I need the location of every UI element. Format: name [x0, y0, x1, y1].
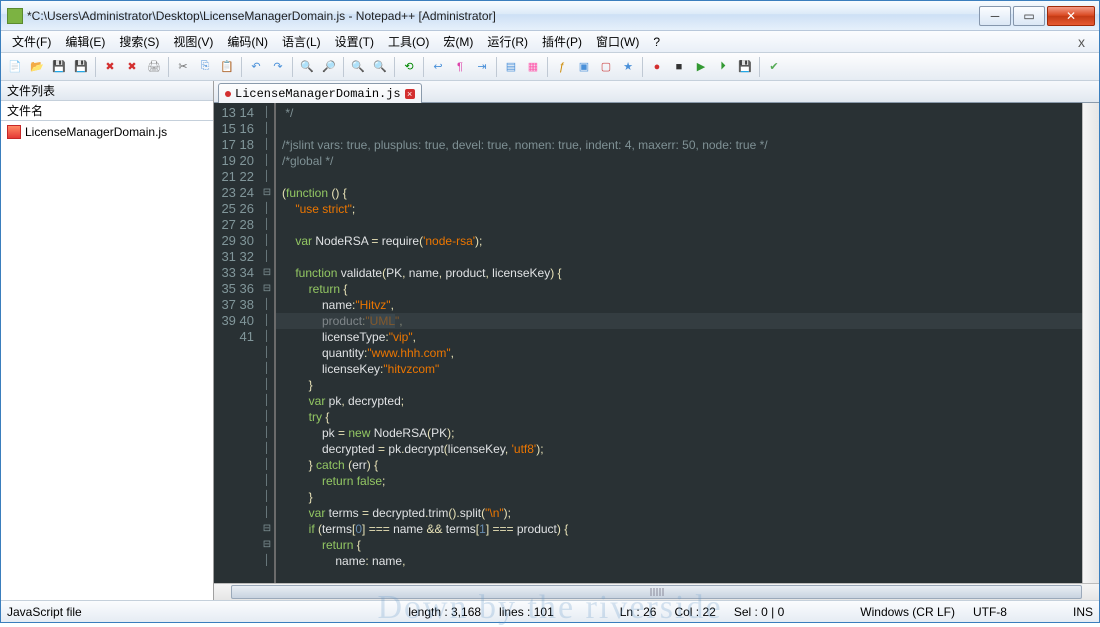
file-tab[interactable]: LicenseManagerDomain.js × [218, 83, 422, 103]
menu-item[interactable]: 编辑(E) [58, 31, 112, 52]
line-gutter: 13 14 15 16 17 18 19 20 21 22 23 24 25 2… [214, 103, 260, 583]
status-length: length : 3,168 [408, 605, 481, 619]
lang-icon[interactable]: ▤ [501, 57, 521, 77]
menu-item[interactable]: 文件(F) [5, 31, 58, 52]
tab-close-icon[interactable]: × [405, 89, 415, 99]
replace-icon[interactable]: 🔎 [319, 57, 339, 77]
menu-item[interactable]: 插件(P) [535, 31, 589, 52]
status-col: Col : 22 [674, 605, 715, 619]
playall-icon[interactable]: ⏵ [713, 57, 733, 77]
status-insert-mode: INS [1073, 605, 1093, 619]
zoomout-icon[interactable]: 🔍 [370, 57, 390, 77]
menu-item[interactable]: 窗口(W) [589, 31, 646, 52]
status-language: JavaScript file [7, 605, 82, 619]
close-button[interactable]: ✕ [1047, 6, 1095, 26]
window-title: *C:\Users\Administrator\Desktop\LicenseM… [27, 9, 977, 23]
tab-label: LicenseManagerDomain.js [235, 87, 401, 101]
cut-icon[interactable]: ✂ [173, 57, 193, 77]
file-list-item[interactable]: LicenseManagerDomain.js [1, 123, 213, 141]
status-eol: Windows (CR LF) [860, 605, 955, 619]
status-encoding: UTF-8 [973, 605, 1007, 619]
stop-icon[interactable]: ■ [669, 57, 689, 77]
editor-area: LicenseManagerDomain.js × 13 14 15 16 17… [214, 81, 1099, 600]
menu-item[interactable]: 搜索(S) [112, 31, 166, 52]
unfold-icon[interactable]: ▢ [596, 57, 616, 77]
status-ln: Ln : 26 [620, 605, 657, 619]
copy-icon[interactable]: ⎘ [195, 57, 215, 77]
menu-item[interactable]: 视图(V) [166, 31, 220, 52]
menu-item[interactable]: 设置(T) [328, 31, 381, 52]
menubar-close-icon[interactable]: x [1068, 34, 1095, 50]
minimize-button[interactable]: ─ [979, 6, 1011, 26]
play-icon[interactable]: ▶ [691, 57, 711, 77]
print-icon[interactable]: 🖨 [144, 57, 164, 77]
fold-icon[interactable]: ▣ [574, 57, 594, 77]
menu-item[interactable]: 运行(R) [480, 31, 535, 52]
vertical-scrollbar[interactable] [1082, 103, 1099, 583]
open-icon[interactable]: 📂 [27, 57, 47, 77]
menu-item[interactable]: 语言(L) [275, 31, 328, 52]
code-content[interactable]: */ /*jslint vars: true, plusplus: true, … [276, 103, 1082, 583]
bookmark-icon[interactable]: ★ [618, 57, 638, 77]
paste-icon[interactable]: 📋 [217, 57, 237, 77]
status-sel: Sel : 0 | 0 [734, 605, 784, 619]
tab-bar: LicenseManagerDomain.js × [214, 81, 1099, 103]
doc-icon[interactable]: ▦ [523, 57, 543, 77]
chars-icon[interactable]: ¶ [450, 57, 470, 77]
menu-item[interactable]: 编码(N) [220, 31, 275, 52]
toolbar: 📄📂💾💾✖✖🖨✂⎘📋↶↷🔍🔎🔍🔍⟲↩¶⇥▤▦ƒ▣▢★●■▶⏵💾✔ [1, 53, 1099, 81]
menu-item[interactable]: ? [646, 33, 667, 51]
menu-item[interactable]: 工具(O) [381, 31, 436, 52]
app-window: *C:\Users\Administrator\Desktop\LicenseM… [0, 0, 1100, 623]
record-icon[interactable]: ● [647, 57, 667, 77]
file-item-label: LicenseManagerDomain.js [25, 125, 167, 139]
horizontal-scrollbar[interactable] [214, 583, 1099, 600]
status-lines: lines : 101 [499, 605, 554, 619]
sidebar-header: 文件列表 [1, 81, 213, 101]
app-icon [7, 8, 23, 24]
maximize-button[interactable]: ▭ [1013, 6, 1045, 26]
close-icon[interactable]: ✖ [100, 57, 120, 77]
saveall-icon[interactable]: 💾 [71, 57, 91, 77]
spell-icon[interactable]: ✔ [764, 57, 784, 77]
indent-icon[interactable]: ⇥ [472, 57, 492, 77]
undo-icon[interactable]: ↶ [246, 57, 266, 77]
code-editor[interactable]: 13 14 15 16 17 18 19 20 21 22 23 24 25 2… [214, 103, 1082, 583]
closeall-icon[interactable]: ✖ [122, 57, 142, 77]
func-icon[interactable]: ƒ [552, 57, 572, 77]
menubar: 文件(F)编辑(E)搜索(S)视图(V)编码(N)语言(L)设置(T)工具(O)… [1, 31, 1099, 53]
save-icon[interactable]: 💾 [49, 57, 69, 77]
redo-icon[interactable]: ↷ [268, 57, 288, 77]
save-macro-icon[interactable]: 💾 [735, 57, 755, 77]
file-icon [7, 125, 21, 139]
status-bar: JavaScript file length : 3,168 lines : 1… [1, 600, 1099, 622]
sidebar-column-header: 文件名 [1, 101, 213, 121]
sync-icon[interactable]: ⟲ [399, 57, 419, 77]
titlebar[interactable]: *C:\Users\Administrator\Desktop\LicenseM… [1, 1, 1099, 31]
find-icon[interactable]: 🔍 [297, 57, 317, 77]
wrap-icon[interactable]: ↩ [428, 57, 448, 77]
unsaved-indicator-icon [225, 91, 231, 97]
fold-gutter[interactable]: │ │ │ │ │ ⊟ │ │ │ │ ⊟ ⊟ │ │ │ │ │ │ │ │ … [260, 103, 274, 583]
menu-item[interactable]: 宏(M) [436, 31, 480, 52]
zoomin-icon[interactable]: 🔍 [348, 57, 368, 77]
new-file-icon[interactable]: 📄 [5, 57, 25, 77]
sidebar: 文件列表 文件名 LicenseManagerDomain.js [1, 81, 214, 600]
file-list: LicenseManagerDomain.js [1, 121, 213, 600]
